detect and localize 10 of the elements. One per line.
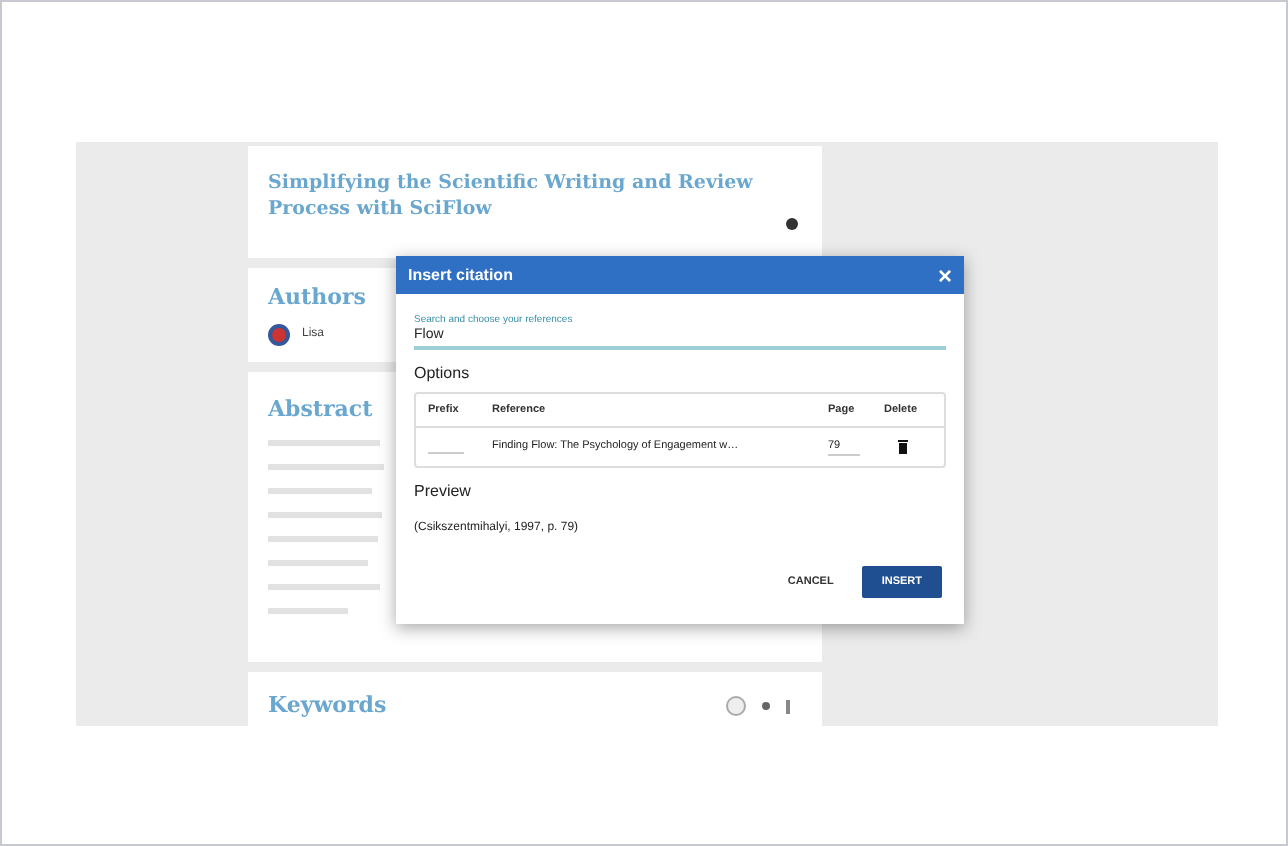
trash-icon[interactable] — [897, 440, 907, 454]
section-heading: Keywords — [268, 692, 387, 720]
section-heading: Abstract — [268, 396, 373, 424]
dialog-title: Insert citation — [408, 263, 513, 287]
document-title: Simplifying the Scientific Writing and Review Process with SciFlow — [268, 170, 755, 222]
avatar-icon — [268, 324, 290, 346]
section-heading: Preview — [414, 480, 473, 504]
close-button[interactable]: × — [937, 263, 952, 287]
section-heading: Authors — [268, 284, 366, 312]
section-heading: Options — [414, 362, 472, 386]
